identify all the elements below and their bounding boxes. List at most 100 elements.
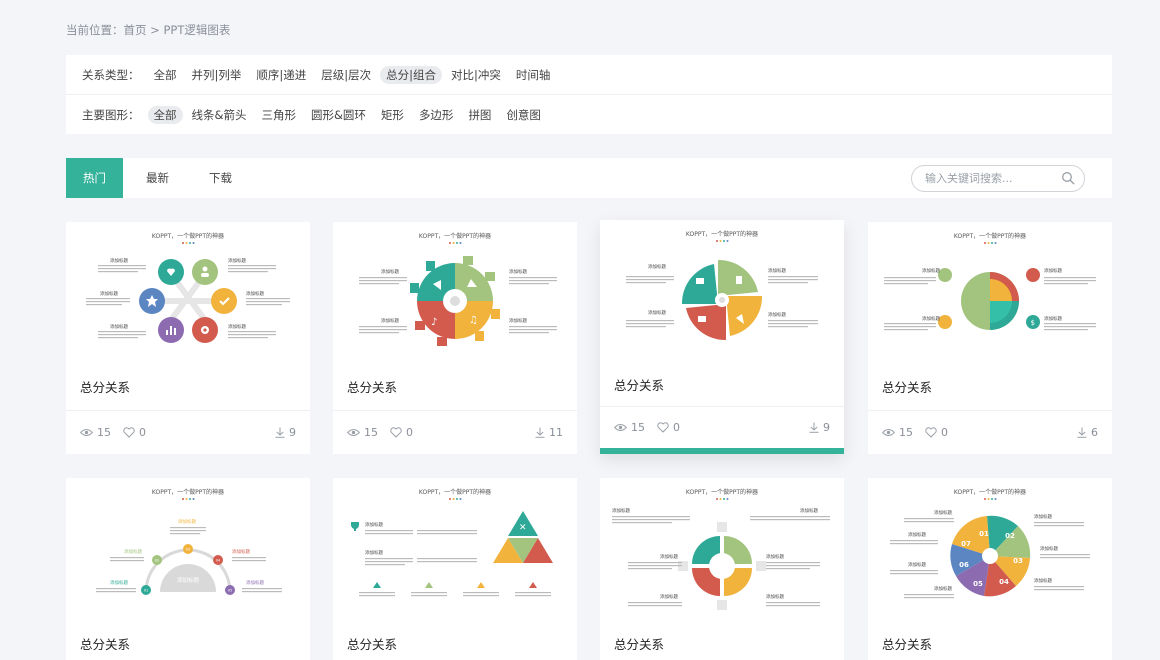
tab-hot[interactable]: 热门 <box>66 158 123 198</box>
filter-type-parallel[interactable]: 并列|列举 <box>186 66 248 84</box>
download-icon <box>1077 427 1087 438</box>
svg-text:KOPPT，一个做PPT的神器: KOPPT，一个做PPT的神器 <box>954 488 1026 496</box>
download-count[interactable]: 9 <box>275 426 296 439</box>
template-thumbnail: KOPPT，一个做PPT的神器 添加标题 添加标题 添加标题 添加标题 <box>626 230 818 341</box>
svg-text:♫: ♫ <box>469 315 478 326</box>
card-title[interactable]: 总分关系 <box>347 377 397 396</box>
filter-shape-polygon[interactable]: 多边形 <box>413 106 460 124</box>
svg-text:KOPPT，一个做PPT的神器: KOPPT，一个做PPT的神器 <box>954 232 1026 240</box>
tab-newest[interactable]: 最新 <box>129 158 186 198</box>
card-stats: 15 0 6 <box>868 410 1112 454</box>
card-title[interactable]: 总分关系 <box>614 375 664 394</box>
filter-panel: 关系类型： 全部 并列|列举 顺序|递进 层级|层次 总分|组合 对比|冲突 时… <box>66 55 1112 134</box>
template-card[interactable]: KOPPT，一个做PPT的神器 添加标题 添加标题 添加标题 添加标题 总分关系… <box>600 220 844 454</box>
svg-text:添加标题: 添加标题 <box>228 323 246 330</box>
heart-icon <box>390 427 402 438</box>
main-shape-label: 主要图形： <box>82 107 140 122</box>
svg-text:添加标题: 添加标题 <box>1034 577 1052 584</box>
svg-text:添加标题: 添加标题 <box>232 548 250 555</box>
svg-text:KOPPT，一个做PPT的神器: KOPPT，一个做PPT的神器 <box>419 232 491 240</box>
like-count[interactable]: 0 <box>657 421 680 434</box>
tab-downloads[interactable]: 下载 <box>192 158 249 198</box>
svg-text:添加标题: 添加标题 <box>766 593 784 600</box>
card-title[interactable]: 总分关系 <box>882 634 932 653</box>
card-title[interactable]: 总分关系 <box>614 634 664 653</box>
card-title[interactable]: 总分关系 <box>80 377 130 396</box>
like-count[interactable]: 0 <box>925 426 948 439</box>
filter-shape-triangle[interactable]: 三角形 <box>255 106 302 124</box>
card-title[interactable]: 总分关系 <box>347 634 397 653</box>
svg-text:添加标题: 添加标题 <box>381 268 399 275</box>
filter-shape-circle-ring[interactable]: 圆形&圆环 <box>305 106 372 124</box>
svg-text:添加标题: 添加标题 <box>766 553 784 560</box>
filter-type-total-part[interactable]: 总分|组合 <box>380 65 442 84</box>
svg-text:添加标题: 添加标题 <box>908 531 926 538</box>
svg-text:添加标题: 添加标题 <box>768 311 786 318</box>
svg-text:添加标题: 添加标题 <box>908 561 926 568</box>
filter-type-hierarchy[interactable]: 层级|层次 <box>315 66 377 84</box>
download-count[interactable]: 6 <box>1077 426 1098 439</box>
view-count: 15 <box>80 426 111 439</box>
hover-accent-bar <box>600 448 844 454</box>
svg-text:02: 02 <box>155 559 159 563</box>
svg-text:KOPPT，一个做PPT的神器: KOPPT，一个做PPT的神器 <box>686 488 758 496</box>
svg-text:添加标题: 添加标题 <box>768 267 786 274</box>
svg-text:添加标题: 添加标题 <box>365 549 383 556</box>
svg-text:添加标题: 添加标题 <box>246 290 264 297</box>
template-card[interactable]: KOPPT，一个做PPT的神器 添加标题 添加标题 添加标题 添加标题 添加标题… <box>66 222 310 454</box>
relation-type-row: 关系类型： 全部 并列|列举 顺序|递进 层级|层次 总分|组合 对比|冲突 时… <box>66 55 1112 94</box>
card-title[interactable]: 总分关系 <box>882 377 932 396</box>
eye-icon <box>882 429 895 436</box>
template-card[interactable]: KOPPT，一个做PPT的神器 01 02 03 04 05 06 07 添加标题 添加标题… <box>868 478 1112 660</box>
svg-text:添加标题: 添加标题 <box>246 579 264 586</box>
svg-text:添加标题: 添加标题 <box>922 267 940 274</box>
search-icon[interactable] <box>1061 171 1075 185</box>
template-thumbnail: KOPPT，一个做PPT的神器 ✕ 添加标题 添加标题 <box>351 488 553 597</box>
filter-type-timeline[interactable]: 时间轴 <box>510 66 557 84</box>
download-icon <box>535 427 545 438</box>
svg-text:06: 06 <box>959 561 969 569</box>
filter-shape-lines-arrows[interactable]: 线条&箭头 <box>186 106 253 124</box>
filter-shape-creative[interactable]: 创意图 <box>500 106 547 124</box>
svg-text:04: 04 <box>216 559 221 563</box>
card-stats: 15 0 9 <box>66 410 310 454</box>
filter-type-all[interactable]: 全部 <box>148 66 183 84</box>
like-count[interactable]: 0 <box>390 426 413 439</box>
template-card[interactable]: KOPPT，一个做PPT的神器 ♫ ♪ 添加标题 添加标题 添加标题 添加标题 总… <box>333 222 577 454</box>
filter-shape-rectangle[interactable]: 矩形 <box>375 106 410 124</box>
heart-icon <box>123 427 135 438</box>
template-thumbnail: KOPPT，一个做PPT的神器 添加标题 添加标题 添加标题 添加标题 添加标题… <box>612 488 830 610</box>
svg-text:添加标题: 添加标题 <box>922 315 940 322</box>
filter-type-contrast[interactable]: 对比|冲突 <box>445 66 507 84</box>
svg-text:添加标题: 添加标题 <box>1044 315 1062 322</box>
svg-text:03: 03 <box>1013 557 1023 565</box>
template-card[interactable]: KOPPT，一个做PPT的神器 添加标题 01 02 03 04 05 添加标题 添加标… <box>66 478 310 660</box>
svg-text:添加标题: 添加标题 <box>177 576 200 584</box>
svg-text:添加标题: 添加标题 <box>800 507 818 514</box>
filter-shape-all[interactable]: 全部 <box>147 105 183 124</box>
filter-type-sequence[interactable]: 顺序|递进 <box>250 66 312 84</box>
card-title[interactable]: 总分关系 <box>80 634 130 653</box>
svg-text:添加标题: 添加标题 <box>178 518 196 525</box>
download-count[interactable]: 11 <box>535 426 563 439</box>
download-icon <box>275 427 285 438</box>
download-count[interactable]: 9 <box>809 421 830 434</box>
svg-text:添加标题: 添加标题 <box>228 257 246 264</box>
filter-shape-puzzle[interactable]: 拼图 <box>462 106 497 124</box>
svg-text:添加标题: 添加标题 <box>648 309 666 316</box>
svg-text:添加标题: 添加标题 <box>381 317 399 324</box>
search-input[interactable] <box>925 166 1065 191</box>
template-thumbnail: KOPPT，一个做PPT的神器 $ 添加标题 添加标题 添加标题 添加标题 <box>884 232 1096 331</box>
template-card[interactable]: KOPPT，一个做PPT的神器 添加标题 添加标题 添加标题 添加标题 添加标题… <box>600 478 844 660</box>
template-card[interactable]: KOPPT，一个做PPT的神器 ✕ 添加标题 添加标题 总分关系 <box>333 478 577 660</box>
relation-type-label: 关系类型： <box>82 67 140 82</box>
template-thumbnail: KOPPT，一个做PPT的神器 01 02 03 04 05 06 07 添加标题 添加标题… <box>890 488 1090 599</box>
svg-text:添加标题: 添加标题 <box>660 593 678 600</box>
svg-text:添加标题: 添加标题 <box>110 257 128 264</box>
template-card[interactable]: KOPPT，一个做PPT的神器 $ 添加标题 添加标题 添加标题 添加标题 总分… <box>868 222 1112 454</box>
heart-icon <box>925 427 937 438</box>
svg-text:KOPPT，一个做PPT的神器: KOPPT，一个做PPT的神器 <box>152 488 224 496</box>
like-count[interactable]: 0 <box>123 426 146 439</box>
svg-text:添加标题: 添加标题 <box>612 507 630 514</box>
search-box <box>911 165 1085 192</box>
